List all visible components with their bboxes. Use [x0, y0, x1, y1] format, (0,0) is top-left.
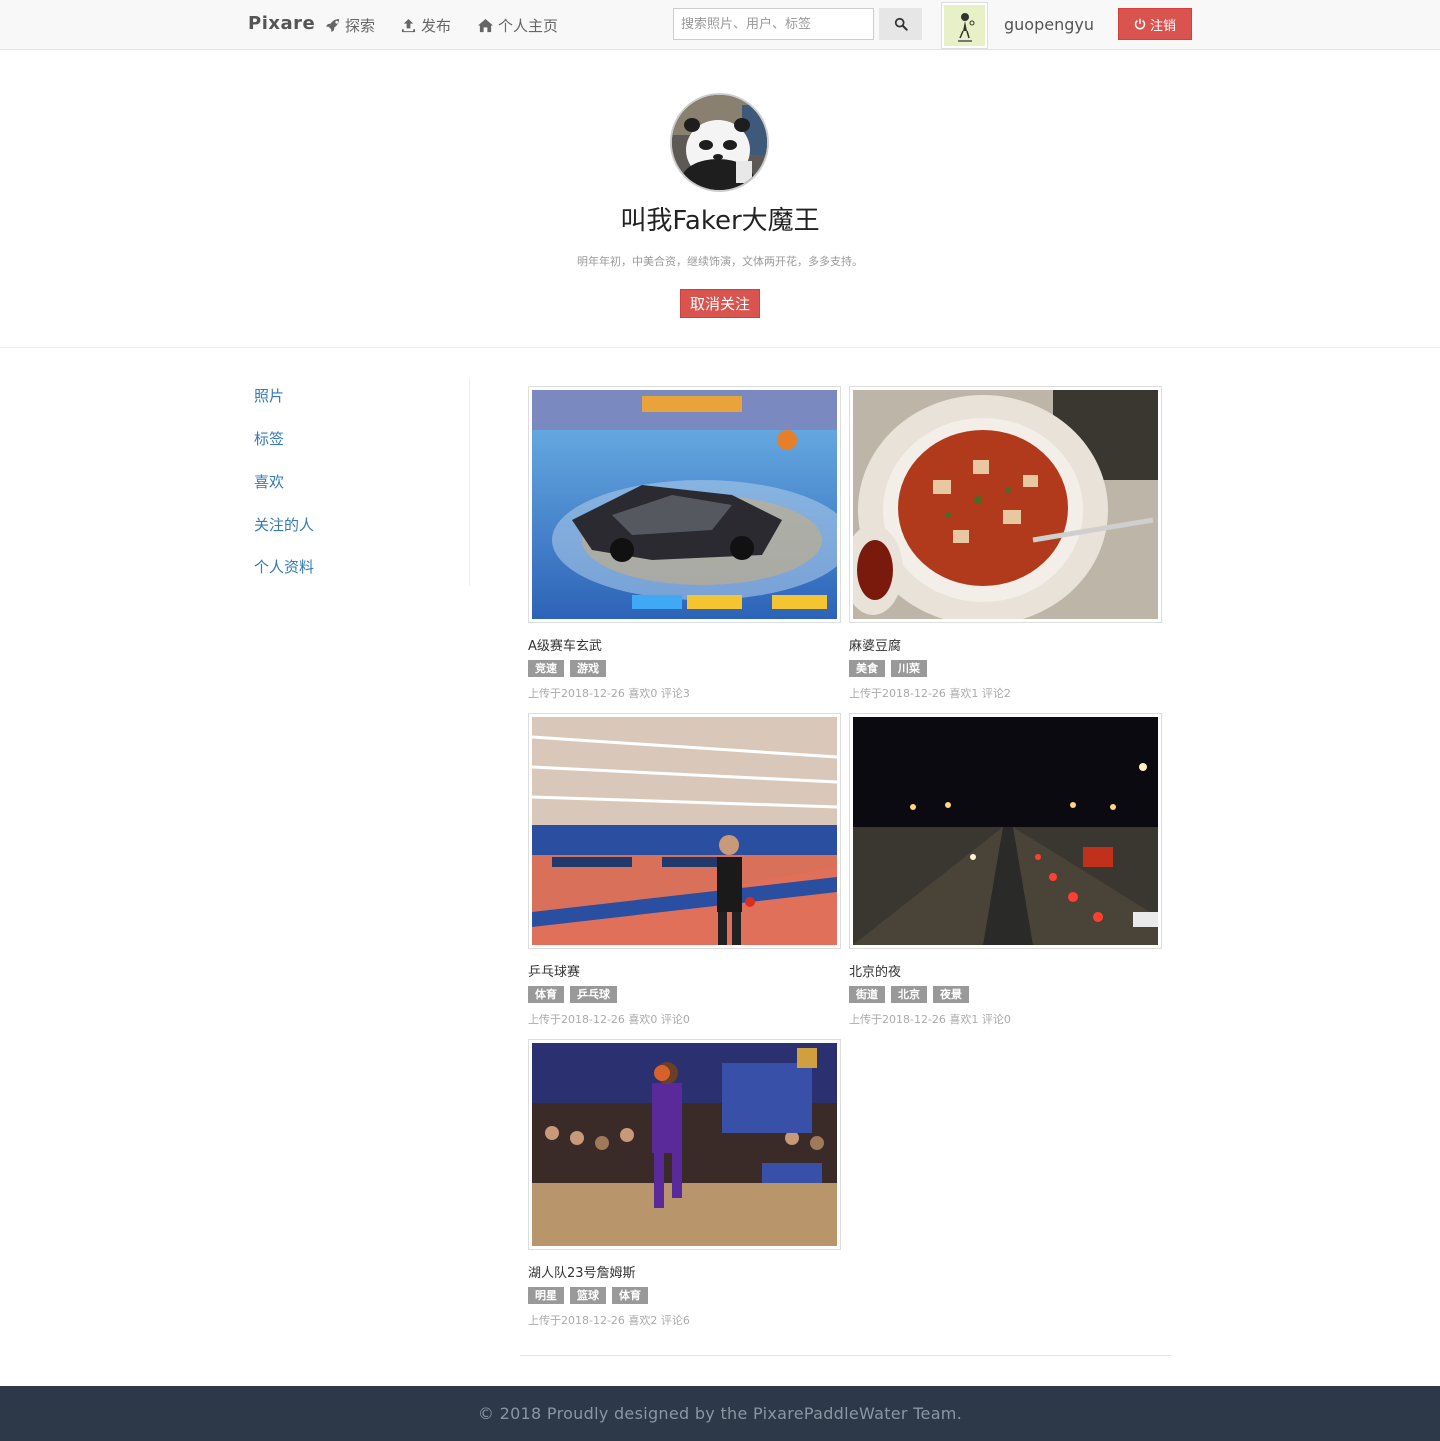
home-icon — [478, 18, 493, 33]
photo-tags: 明星 篮球 体育 — [528, 1287, 841, 1304]
photo-title[interactable]: 北京的夜 — [849, 961, 1162, 980]
footer-text: © 2018 Proudly designed by the PixarePad… — [477, 1404, 963, 1423]
photo-meta: 上传于2018-12-26 喜欢0 评论0 — [528, 1013, 690, 1026]
tag-badge[interactable]: 夜景 — [933, 986, 969, 1003]
user-avatar[interactable] — [942, 3, 987, 48]
photo-tags: 美食 川菜 — [849, 660, 1162, 677]
logout-button[interactable]: 注销 — [1118, 8, 1192, 40]
upload-icon — [401, 18, 416, 33]
nav-link-publish[interactable]: 发布 — [401, 15, 451, 36]
brand-logo[interactable]: Pixare — [248, 13, 315, 34]
unfollow-button[interactable]: 取消关注 — [680, 289, 760, 318]
tag-badge[interactable]: 体育 — [528, 986, 564, 1003]
nav-link-home[interactable]: 个人主页 — [478, 15, 558, 36]
sidebar-item-photos[interactable]: 照片 — [254, 385, 284, 406]
nav-link-explore[interactable]: 探索 — [325, 15, 375, 36]
profile-name: 叫我Faker大魔王 — [620, 206, 820, 236]
photo-meta: 上传于2018-12-26 喜欢1 评论2 — [849, 687, 1011, 700]
page-footer: © 2018 Proudly designed by the PixarePad… — [0, 1386, 1440, 1441]
photo-thumbnail[interactable] — [849, 386, 1162, 623]
search-button[interactable] — [879, 8, 922, 40]
photo-title[interactable]: 湖人队23号詹姆斯 — [528, 1262, 841, 1281]
tag-badge[interactable]: 竞速 — [528, 660, 564, 677]
tag-badge[interactable]: 美食 — [849, 660, 885, 677]
logout-label: 注销 — [1149, 18, 1176, 34]
photo-card: A级赛车玄武 竞速 游戏 上传于2018-12-26 喜欢0 评论3 — [528, 386, 841, 701]
photo-thumbnail[interactable] — [528, 1039, 841, 1250]
profile-sidebar: 照片 标签 喜欢 关注的人 个人资料 — [240, 378, 470, 586]
sidebar-item-likes[interactable]: 喜欢 — [254, 471, 284, 492]
profile-header: 叫我Faker大魔王 明年年初，中美合资，继续饰演，文体两开花，多多支持。 取消… — [0, 51, 1440, 348]
tag-badge[interactable]: 街道 — [849, 986, 885, 1003]
profile-bio: 明年年初，中美合资，继续饰演，文体两开花，多多支持。 — [577, 255, 863, 268]
tag-badge[interactable]: 乒乓球 — [570, 986, 617, 1003]
nav-link-label: 发布 — [421, 17, 452, 35]
tag-badge[interactable]: 川菜 — [891, 660, 927, 677]
profile-avatar — [670, 93, 769, 192]
search-input[interactable] — [673, 8, 874, 40]
top-navbar: Pixare 探索 发布 个人主页 guopengyu 注销 — [0, 0, 1440, 50]
photo-tags: 街道 北京 夜景 — [849, 986, 1162, 1003]
photo-thumbnail[interactable] — [528, 386, 841, 623]
power-icon — [1134, 18, 1146, 30]
photo-meta: 上传于2018-12-26 喜欢1 评论0 — [849, 1013, 1011, 1026]
tag-badge[interactable]: 体育 — [612, 1287, 648, 1304]
photo-title[interactable]: 乒乓球赛 — [528, 961, 841, 980]
search-icon — [894, 17, 908, 31]
username[interactable]: guopengyu — [1004, 15, 1094, 34]
photo-card: 北京的夜 街道 北京 夜景 上传于2018-12-26 喜欢1 评论0 — [849, 713, 1162, 1027]
tag-badge[interactable]: 北京 — [891, 986, 927, 1003]
rocket-icon — [325, 18, 340, 33]
photo-title[interactable]: A级赛车玄武 — [528, 635, 841, 654]
photo-meta: 上传于2018-12-26 喜欢2 评论6 — [528, 1314, 690, 1327]
tag-badge[interactable]: 游戏 — [570, 660, 606, 677]
photo-thumbnail[interactable] — [849, 713, 1162, 949]
content-divider — [520, 1355, 1171, 1356]
sidebar-item-profile[interactable]: 个人资料 — [254, 556, 314, 577]
photo-meta: 上传于2018-12-26 喜欢0 评论3 — [528, 687, 690, 700]
sidebar-item-following[interactable]: 关注的人 — [254, 514, 314, 535]
photo-tags: 竞速 游戏 — [528, 660, 841, 677]
tag-badge[interactable]: 篮球 — [570, 1287, 606, 1304]
photo-title[interactable]: 麻婆豆腐 — [849, 635, 1162, 654]
nav-link-label: 探索 — [345, 17, 376, 35]
sidebar-item-tags[interactable]: 标签 — [254, 428, 284, 449]
tag-badge[interactable]: 明星 — [528, 1287, 564, 1304]
photo-card: 乒乓球赛 体育 乒乓球 上传于2018-12-26 喜欢0 评论0 — [528, 713, 841, 1027]
photo-card: 湖人队23号詹姆斯 明星 篮球 体育 上传于2018-12-26 喜欢2 评论6 — [528, 1039, 841, 1328]
photo-card: 麻婆豆腐 美食 川菜 上传于2018-12-26 喜欢1 评论2 — [849, 386, 1162, 701]
photo-thumbnail[interactable] — [528, 713, 841, 949]
photo-tags: 体育 乒乓球 — [528, 986, 841, 1003]
nav-link-label: 个人主页 — [498, 17, 559, 35]
